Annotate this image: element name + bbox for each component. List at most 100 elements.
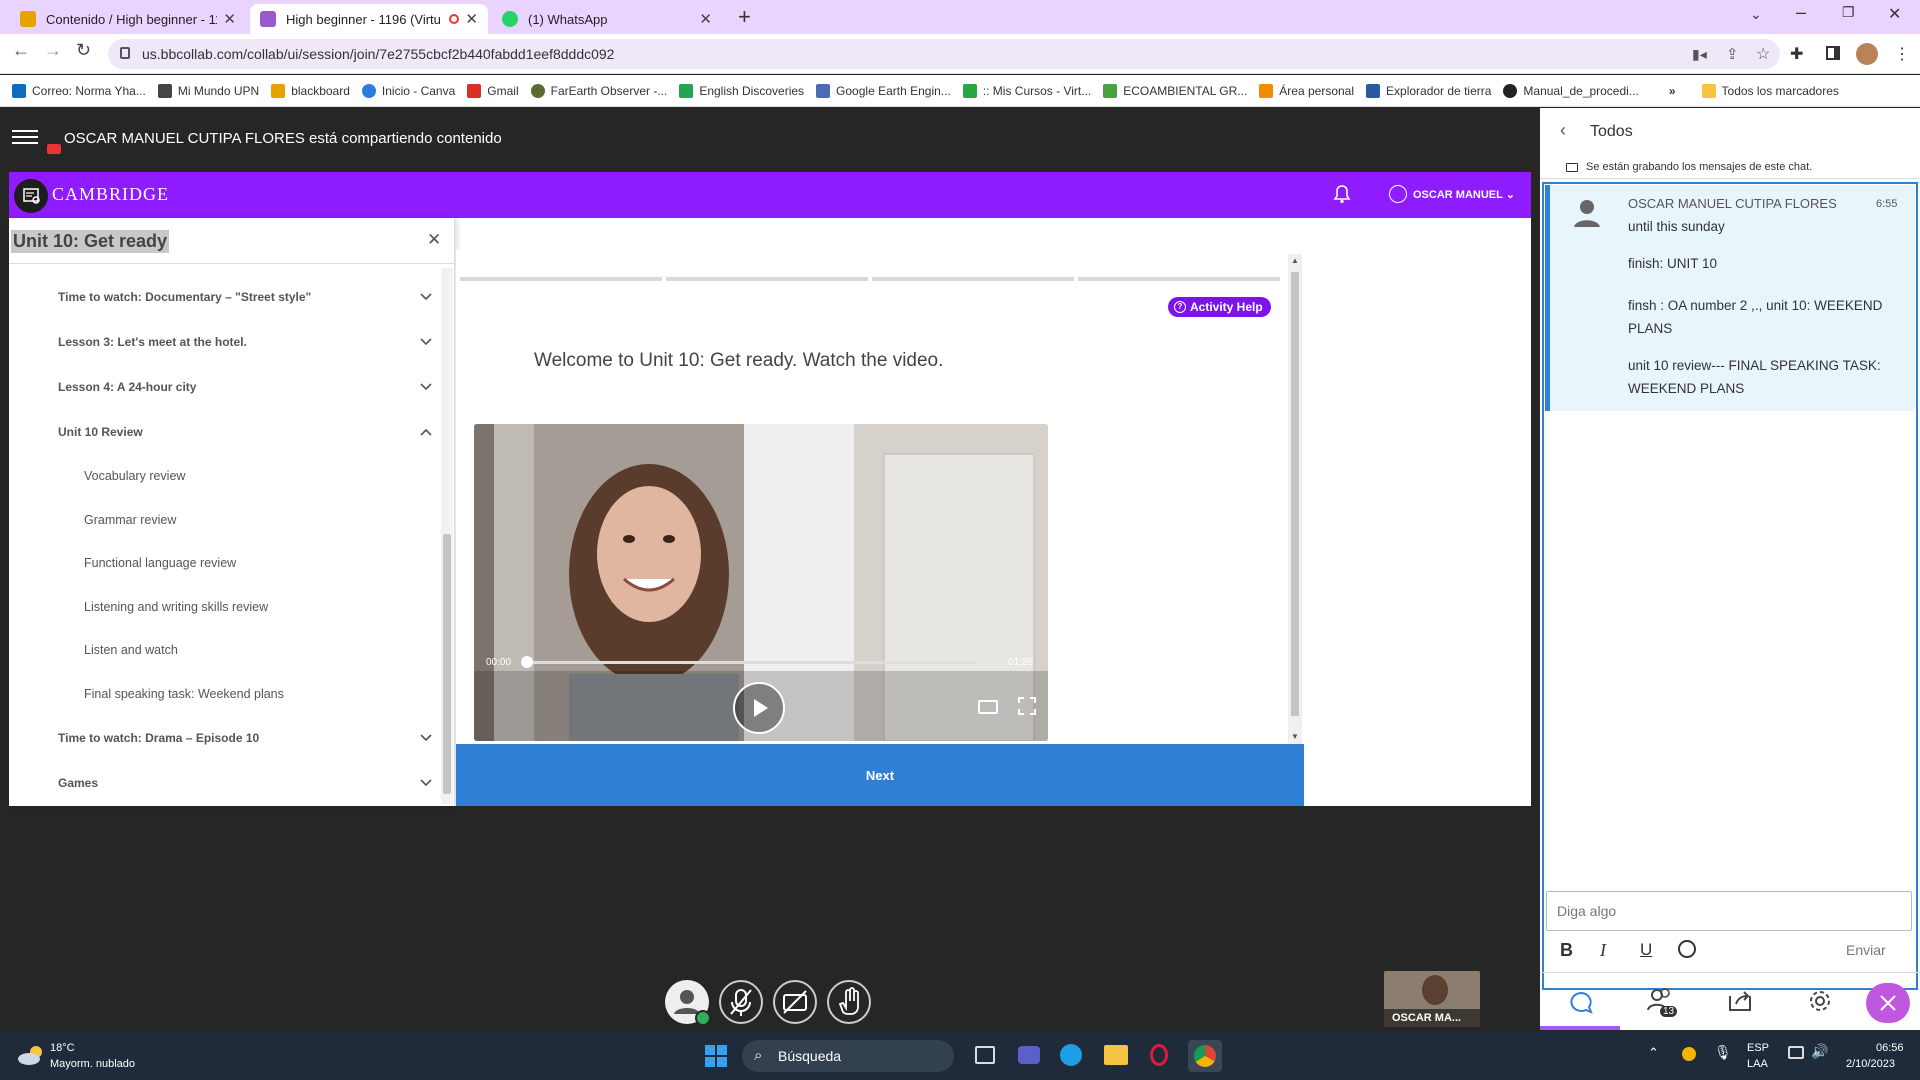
teams-icon[interactable] — [1018, 1046, 1040, 1064]
bookmark-item[interactable]: Explorador de tierra — [1366, 83, 1491, 98]
chat-tab[interactable] — [1540, 974, 1620, 1030]
close-tab-icon[interactable]: ✕ — [223, 10, 236, 28]
session-menu-icon[interactable] — [12, 126, 38, 150]
tab-search-icon[interactable]: ⌄ — [1750, 6, 1762, 23]
participant-video-tile[interactable]: OSCAR MA... — [1384, 971, 1480, 1027]
review-item-final-speaking[interactable]: Final speaking task: Weekend plans — [84, 687, 284, 701]
address-bar[interactable]: us.bbcollab.com/collab/ui/session/join/7… — [108, 39, 1780, 69]
all-bookmarks-button[interactable]: Todos los marcadores — [1701, 83, 1839, 98]
review-item-functional[interactable]: Functional language review — [84, 556, 236, 570]
bookmark-item[interactable]: FarEarth Observer -... — [530, 83, 667, 98]
bookmark-item[interactable]: Inicio - Canva — [361, 83, 455, 98]
chat-back-icon[interactable]: ‹ — [1560, 120, 1566, 141]
share-icon[interactable]: ⇪ — [1726, 45, 1739, 63]
taskbar-search[interactable]: ⌕ Búsqueda — [742, 1040, 954, 1072]
chat-input[interactable]: Diga algo — [1546, 891, 1912, 931]
close-panel-icon[interactable]: ✕ — [427, 230, 441, 250]
bookmark-star-icon[interactable]: ☆ — [1756, 44, 1770, 64]
volume-icon[interactable]: 🔊 — [1811, 1043, 1828, 1060]
chevron-up-icon[interactable] — [419, 427, 433, 437]
review-item-listen-watch[interactable]: Listen and watch — [84, 643, 178, 657]
camera-toggle-button[interactable] — [773, 980, 817, 1024]
lang-top[interactable]: ESP — [1747, 1042, 1769, 1054]
participants-tab[interactable]: 13 — [1620, 974, 1700, 1030]
menu-item-unit-review[interactable]: Unit 10 Review — [58, 425, 143, 439]
bold-button[interactable]: B — [1560, 940, 1573, 961]
bookmark-item[interactable]: :: Mis Cursos - Virt... — [962, 83, 1091, 98]
lang-bottom[interactable]: LAA — [1747, 1058, 1768, 1070]
bookmark-item[interactable]: Área personal — [1259, 83, 1354, 98]
chevron-down-icon[interactable] — [419, 292, 433, 302]
close-tab-icon[interactable]: ✕ — [465, 10, 478, 28]
bookmark-item[interactable]: English Discoveries — [679, 83, 804, 98]
play-button[interactable] — [733, 682, 785, 734]
close-window-button[interactable]: ✕ — [1888, 4, 1901, 24]
task-view-icon[interactable] — [975, 1046, 995, 1064]
tab-collaborate[interactable]: High beginner - 1196 (Virtu ✕ — [250, 4, 488, 34]
shared-view-toggle-button[interactable] — [12, 177, 50, 215]
video-seek-handle[interactable] — [521, 656, 533, 668]
tab-whatsapp[interactable]: (1) WhatsApp ✕ — [492, 4, 722, 34]
bookmark-item[interactable]: ECOAMBIENTAL GR... — [1103, 83, 1247, 98]
camera-blocked-icon[interactable]: ▮◂ — [1692, 46, 1707, 63]
side-panel-icon[interactable] — [1826, 46, 1840, 60]
chevron-down-icon[interactable] — [419, 382, 433, 392]
bookmark-item[interactable]: Correo: Norma Yha... — [12, 83, 146, 98]
back-icon[interactable]: ← — [12, 40, 30, 61]
profile-avatar[interactable] — [1856, 43, 1878, 65]
review-item-listening-writing[interactable]: Listening and writing skills review — [84, 600, 268, 614]
bookmarks-overflow-button[interactable]: » — [1669, 84, 1676, 98]
tray-overflow-icon[interactable]: ⌃ — [1648, 1045, 1659, 1061]
fullscreen-icon[interactable] — [1018, 697, 1036, 715]
forward-icon[interactable]: → — [44, 40, 62, 61]
reload-icon[interactable]: ↻ — [76, 40, 91, 61]
scrollbar-thumb[interactable] — [1291, 272, 1299, 716]
close-panel-button[interactable] — [1866, 983, 1910, 1023]
menu-item-lesson-4[interactable]: Lesson 4: A 24-hour city — [58, 380, 196, 394]
review-item-grammar[interactable]: Grammar review — [84, 513, 176, 527]
emoji-icon[interactable] — [1678, 940, 1696, 958]
scroll-up-icon[interactable]: ▲ — [1291, 256, 1299, 265]
restore-button[interactable]: ❐ — [1842, 4, 1855, 21]
review-item-vocabulary[interactable]: Vocabulary review — [84, 469, 185, 483]
panel-scrollbar[interactable] — [441, 268, 453, 804]
bookmark-item[interactable]: blackboard — [271, 83, 350, 98]
clock-time[interactable]: 06:56 — [1876, 1042, 1904, 1054]
video-player[interactable]: 00:00 01:26 — [474, 424, 1048, 741]
network-icon[interactable] — [1788, 1046, 1804, 1059]
captions-icon[interactable] — [978, 700, 998, 714]
windows-start-icon[interactable] — [705, 1045, 727, 1067]
bookmark-item[interactable]: Mi Mundo UPN — [157, 83, 259, 98]
video-seek-bar[interactable] — [526, 661, 976, 664]
send-button[interactable]: Enviar — [1846, 942, 1886, 958]
minimize-button[interactable]: – — [1796, 2, 1806, 23]
scroll-down-icon[interactable]: ▼ — [1291, 732, 1299, 741]
share-content-tab[interactable] — [1700, 974, 1780, 1030]
cambridge-user-menu[interactable]: OSCAR MANUEL ⌄ — [1413, 188, 1515, 201]
microphone-tray-icon[interactable]: 🎙 — [1714, 1044, 1732, 1061]
tab-blackboard[interactable]: Contenido / High beginner - 119 ✕ — [10, 4, 246, 34]
bookmark-item[interactable]: Manual_de_procedi... — [1503, 83, 1639, 98]
status-avatar-button[interactable] — [665, 980, 711, 1026]
chrome-taskbar-button[interactable] — [1188, 1040, 1222, 1072]
opera-icon[interactable] — [1150, 1044, 1168, 1066]
clock-date[interactable]: 2/10/2023 — [1846, 1058, 1895, 1070]
file-explorer-icon[interactable] — [1104, 1045, 1128, 1065]
new-tab-button[interactable]: + — [738, 4, 751, 30]
bookmark-item[interactable]: Google Earth Engin... — [816, 83, 951, 98]
activity-help-button[interactable]: ? Activity Help — [1168, 297, 1271, 317]
underline-button[interactable]: U — [1640, 940, 1652, 960]
bell-icon[interactable] — [1333, 184, 1351, 204]
next-button[interactable]: Next — [456, 744, 1304, 806]
bookmark-item[interactable]: Gmail — [467, 83, 519, 98]
close-tab-icon[interactable]: ✕ — [699, 10, 712, 28]
menu-kebab-icon[interactable]: ⋮ — [1894, 44, 1910, 64]
settings-tab[interactable] — [1780, 974, 1860, 1030]
tray-app-icon[interactable] — [1682, 1047, 1696, 1061]
chevron-down-icon[interactable] — [419, 337, 433, 347]
menu-item-lesson-3[interactable]: Lesson 3: Let's meet at the hotel. — [58, 335, 247, 349]
scrollbar-thumb[interactable] — [443, 534, 451, 794]
extensions-icon[interactable]: ✚ — [1790, 44, 1803, 64]
menu-item-games[interactable]: Games — [58, 776, 98, 790]
edge-icon[interactable] — [1060, 1044, 1082, 1066]
